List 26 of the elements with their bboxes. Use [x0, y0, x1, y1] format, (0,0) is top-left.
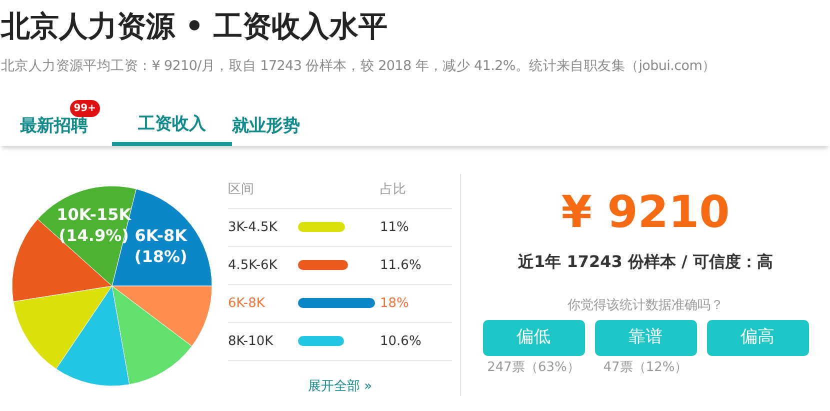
table-cell-text: 11.6% [379, 256, 422, 274]
vote-button[interactable]: 靠谱 [594, 320, 696, 356]
vote-button[interactable]: 偏高 [706, 320, 808, 356]
column-header: 占比 [380, 181, 407, 200]
page-title: 北京人力资源 • 工资收入水平 [1, 8, 389, 45]
slice-label: 6K-8K [134, 226, 187, 246]
count-badge: 99+ [70, 100, 100, 118]
column-header: 区间 [228, 181, 255, 200]
table-cell-text: 8K-10K [228, 332, 274, 350]
table-cell-text: 18% [379, 294, 409, 312]
tab[interactable]: 就业形势 [232, 106, 324, 146]
table-cell-text: 6K-8K [228, 294, 266, 312]
salary-amount: ¥ 9210 [560, 188, 731, 238]
vote-count: 247票（63%） [487, 358, 580, 377]
vote-count: 47票（12%） [603, 358, 688, 377]
summary-text: 北京人力资源平均工资：¥ 9210/月，取自 17243 份样本，较 2018 年，减少 41.2%。统计来自职友集（jobui.com） [1, 57, 717, 76]
table-cell-text: 3K-4.5K [228, 218, 278, 236]
table-cell-text: 10.6% [379, 332, 422, 350]
expand-all-link[interactable]: 展开全部 » [308, 378, 372, 394]
table-cell-text: 11% [379, 218, 409, 236]
tab[interactable]: 工资收入 [112, 106, 232, 146]
vote-button[interactable]: 偏低 [482, 320, 584, 356]
sample-info: 近1年 17243 份样本 / 可信度：高 [517, 251, 774, 274]
question-text: 你觉得该统计数据准确吗？ [566, 297, 724, 316]
table-cell-text: 4.5K-6K [228, 256, 278, 274]
slice-percent: (18%) [134, 247, 188, 268]
